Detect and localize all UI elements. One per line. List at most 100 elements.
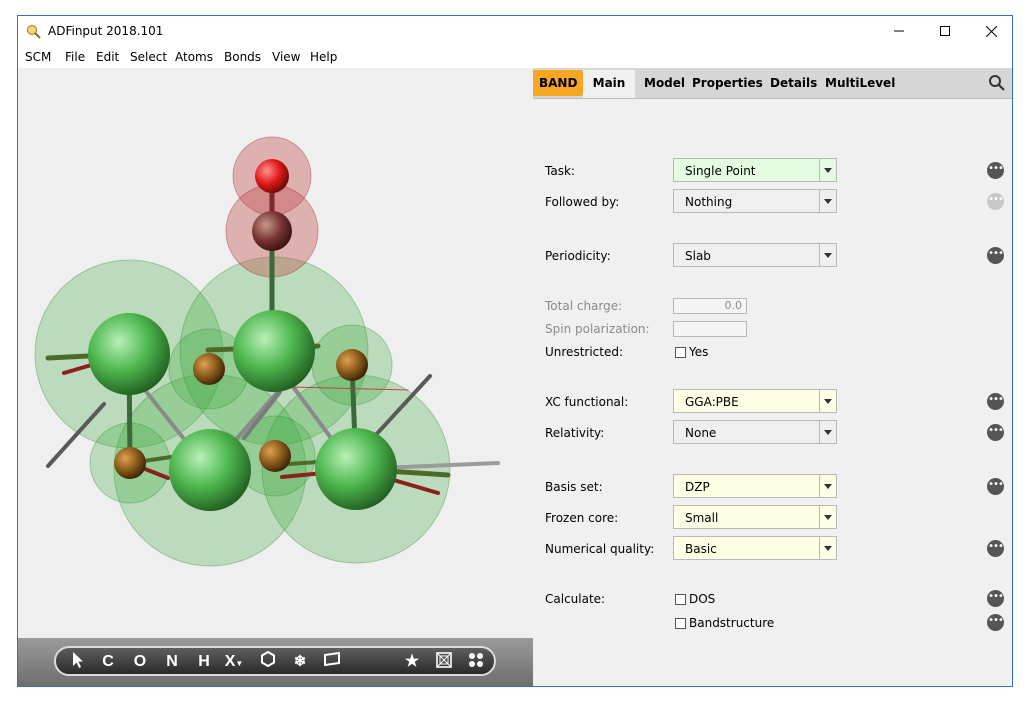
tab-model[interactable]: Model [644,70,685,96]
basis-set-select[interactable]: DZP [673,474,837,498]
ellipsis-icon: ••• [988,541,1004,552]
menu-help[interactable]: Help [310,50,337,64]
numerical-quality-select[interactable]: Basic [673,536,837,560]
periodicity-select[interactable]: Slab [673,243,837,267]
periodicity-more-button[interactable]: ••• [987,247,1004,264]
bandstructure-label: Bandstructure [689,616,775,630]
hexagon-icon [261,650,275,668]
menu-edit-label: Edit [96,50,120,64]
tab-main[interactable]: Main [583,70,635,98]
total-charge-label: Total charge: [545,299,623,313]
bandstructure-more-button[interactable]: ••• [987,614,1004,631]
tab-properties[interactable]: Properties [692,70,763,96]
box-frame-icon [436,652,452,668]
relativity-select[interactable]: None [673,420,837,444]
oxygen-atom[interactable] [255,159,289,193]
brown-atom-2[interactable] [336,349,368,381]
frozen-core-select[interactable]: Small [673,505,837,529]
dos-checkbox[interactable] [675,594,686,605]
star-icon: ★ [404,653,420,670]
xc-functional-more-button[interactable]: ••• [987,393,1004,410]
favorites-button[interactable]: ★ [400,651,424,673]
menu-scm-label: SCM [25,50,52,64]
title-bar: ADFinput 2018.101 [18,16,1012,48]
numerical-quality-value: Basic [685,542,717,556]
slab-tool-button[interactable] [320,651,344,673]
followed-by-select[interactable]: Nothing [673,189,837,213]
followed-by-value: Nothing [685,195,733,209]
maximize-button[interactable] [922,16,968,46]
numerical-quality-more-button[interactable]: ••• [987,540,1004,557]
basis-set-label: Basis set: [545,480,603,494]
green-atom-4[interactable] [315,428,397,510]
menu-file[interactable]: File [65,50,85,64]
ellipsis-icon: ••• [988,163,1004,174]
menu-scm[interactable]: SCM [25,50,51,64]
basis-set-more-button[interactable]: ••• [987,478,1004,495]
xc-functional-value: GGA:PBE [685,395,739,409]
menu-bonds[interactable]: Bonds [224,50,261,64]
unrestricted-label: Unrestricted: [545,345,624,359]
brown-atom-3[interactable] [114,447,146,479]
minimize-icon [894,30,904,32]
bandstructure-checkbox[interactable] [675,618,686,629]
close-button[interactable] [968,16,1014,46]
spin-polarization-field[interactable] [673,321,747,337]
molecule-view[interactable] [18,68,533,638]
ellipsis-icon: ••• [988,194,1004,205]
carbon-tool-button[interactable]: C [96,651,120,673]
molecule-viewport[interactable]: C O N H X▼ ❄ ★ [18,68,533,686]
ring-tool-button[interactable] [256,650,280,673]
green-atom-3[interactable] [169,429,251,511]
tab-details[interactable]: Details [770,70,817,96]
crystal-tool-button[interactable]: ❄ [288,651,312,673]
spin-polarization-label: Spin polarization: [545,322,650,336]
relativity-more-button[interactable]: ••• [987,424,1004,441]
unrestricted-checkbox[interactable] [675,347,686,358]
menu-bar: SCM File Edit Select Atoms Bonds View He… [18,48,1012,68]
editing-toolbar: C O N H X▼ ❄ ★ [54,646,496,676]
hydrogen-tool-button[interactable]: H [192,651,216,673]
arrow-cursor-icon [73,652,83,668]
ellipsis-icon: ••• [988,479,1004,490]
task-select[interactable]: Single Point [673,158,837,182]
menu-view-label: View [272,50,301,64]
menu-atoms[interactable]: Atoms [175,50,213,64]
tab-multilevel[interactable]: MultiLevel [825,70,895,96]
dos-more-button[interactable]: ••• [987,590,1004,607]
basis-set-value: DZP [685,480,710,494]
nitrogen-tool-button[interactable]: N [160,651,184,673]
brown-atom-1[interactable] [193,353,225,385]
relativity-value: None [685,426,717,440]
periodicity-value: Slab [685,249,711,263]
xc-functional-select[interactable]: GGA:PBE [673,389,837,413]
carbon-atom-top[interactable] [252,211,292,251]
close-icon [985,25,997,37]
total-charge-field[interactable]: 0.0 [673,298,747,314]
menu-edit[interactable]: Edit [96,50,119,64]
select-tool-button[interactable] [66,651,90,673]
frozen-core-value: Small [685,511,719,525]
chevron-down-icon [819,537,836,559]
chevron-down-icon [819,421,836,443]
menu-file-label: File [65,50,86,64]
green-atom-2[interactable] [233,310,315,392]
menu-view[interactable]: View [272,50,300,64]
element-picker-label: X [224,653,236,670]
search-button[interactable] [988,74,1006,92]
menu-select[interactable]: Select [130,50,167,64]
task-more-button[interactable]: ••• [987,162,1004,179]
minimize-button[interactable] [876,16,922,46]
element-picker-button[interactable]: X▼ [222,651,246,673]
settings-panel: BAND Main Model Properties Details Multi… [533,68,1012,686]
green-atom-1[interactable] [88,313,170,395]
tab-bar: BAND Main Model Properties Details Multi… [533,68,1012,99]
panels-button[interactable] [464,651,488,673]
ellipsis-icon: ••• [988,394,1004,405]
brown-atom-4[interactable] [259,440,291,472]
menu-select-label: Select [130,50,168,64]
view-box-button[interactable] [432,651,456,673]
oxygen-tool-button[interactable]: O [128,651,152,673]
ellipsis-icon: ••• [988,248,1004,259]
chevron-down-icon [819,475,836,497]
